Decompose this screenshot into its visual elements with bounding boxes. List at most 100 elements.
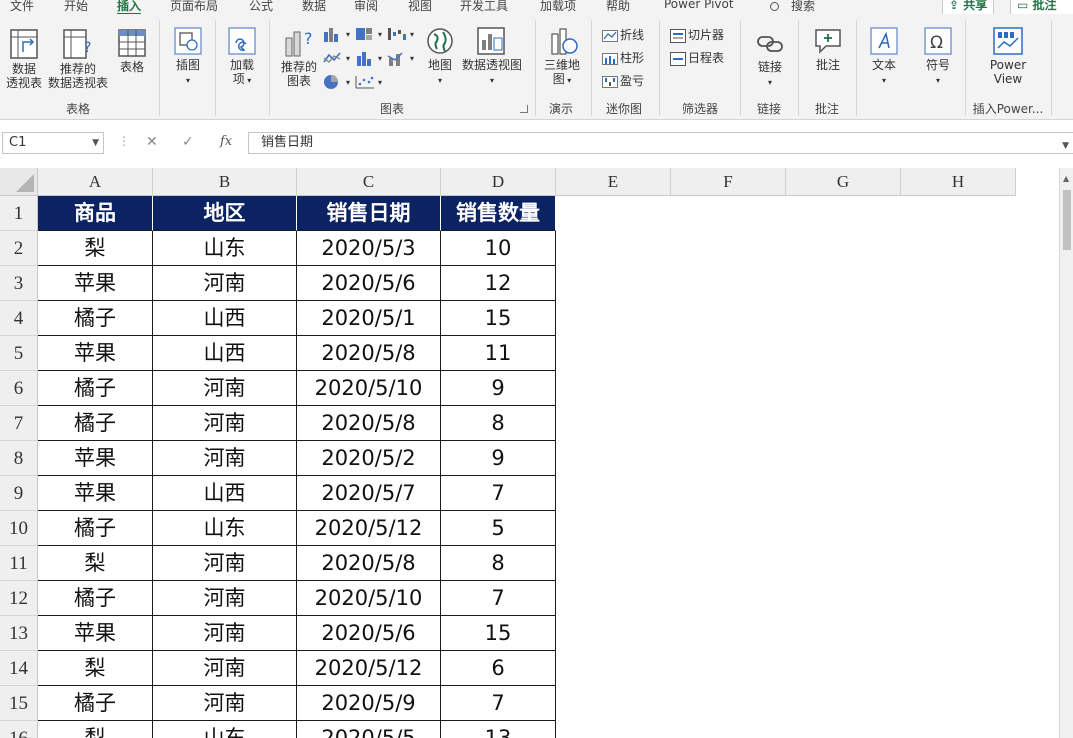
row-header-15[interactable]: 15 xyxy=(0,686,38,721)
table-cell[interactable]: 苹果 xyxy=(38,336,153,371)
table-cell[interactable]: 11 xyxy=(441,336,556,371)
table-cell[interactable]: 河南 xyxy=(153,686,297,721)
row-header-7[interactable]: 7 xyxy=(0,406,38,441)
table-cell[interactable]: 河南 xyxy=(153,651,297,686)
table-cell[interactable]: 5 xyxy=(441,511,556,546)
row-header-9[interactable]: 9 xyxy=(0,476,38,511)
row-header-8[interactable]: 8 xyxy=(0,441,38,476)
table-cell[interactable]: 河南 xyxy=(153,581,297,616)
table-cell[interactable]: 6 xyxy=(441,651,556,686)
illustrations-button[interactable]: 插图 ▾ xyxy=(170,26,206,88)
row-header-5[interactable]: 5 xyxy=(0,336,38,371)
table-cell[interactable]: 河南 xyxy=(153,546,297,581)
slicer-button[interactable]: 切片器 xyxy=(670,26,724,44)
sparkline-winloss-button[interactable]: 盈亏 xyxy=(602,72,644,90)
table-cell[interactable]: 15 xyxy=(441,616,556,651)
pivot-chart-button[interactable]: 数据透视图 ▾ xyxy=(460,26,524,88)
tab-page-layout[interactable]: 页面布局 xyxy=(170,0,218,14)
table-cell[interactable]: 2020/5/12 xyxy=(297,511,441,546)
map-chart-button[interactable]: 地图 ▾ xyxy=(420,26,460,88)
table-cell[interactable]: 15 xyxy=(441,301,556,336)
tab-developer[interactable]: 开发工具 xyxy=(460,0,508,14)
sparkline-line-button[interactable]: 折线 xyxy=(602,26,644,44)
name-box[interactable]: C1 ▼ xyxy=(2,132,104,154)
scrollbar-thumb[interactable] xyxy=(1063,190,1071,250)
table-cell[interactable]: 13 xyxy=(441,721,556,738)
table-cell[interactable]: 山西 xyxy=(153,301,297,336)
table-cell[interactable]: 2020/5/8 xyxy=(297,336,441,371)
table-cell[interactable]: 8 xyxy=(441,546,556,581)
link-button[interactable]: 链接 ▾ xyxy=(750,28,790,90)
waterfall-chart-button[interactable]: ▾ xyxy=(386,24,414,42)
row-header-16[interactable]: 16 xyxy=(0,721,38,738)
table-cell[interactable]: 橘子 xyxy=(38,371,153,406)
table-cell[interactable]: 7 xyxy=(441,686,556,721)
select-all-button[interactable] xyxy=(0,168,38,196)
vertical-scrollbar[interactable]: ▲ xyxy=(1059,168,1073,738)
column-header-a[interactable]: A xyxy=(38,168,153,196)
column-chart-button[interactable]: ▾ xyxy=(322,24,350,42)
row-header-4[interactable]: 4 xyxy=(0,301,38,336)
table-cell[interactable]: 河南 xyxy=(153,406,297,441)
table-cell[interactable]: 2020/5/12 xyxy=(297,651,441,686)
column-header-d[interactable]: D xyxy=(441,168,556,196)
table-cell[interactable]: 2020/5/6 xyxy=(297,616,441,651)
tab-addins[interactable]: 加载项 xyxy=(540,0,576,14)
table-cell[interactable]: 河南 xyxy=(153,371,297,406)
table-cell[interactable]: 山东 xyxy=(153,231,297,266)
search-box[interactable]: 搜索 xyxy=(770,0,815,14)
table-header-cell[interactable]: 商品 xyxy=(38,196,153,231)
table-cell[interactable]: 橘子 xyxy=(38,406,153,441)
hierarchy-chart-button[interactable]: ▾ xyxy=(354,24,382,42)
recommended-charts-button[interactable]: ? 推荐的 图表 xyxy=(278,26,320,88)
tab-file[interactable]: 文件 xyxy=(10,0,34,14)
table-cell[interactable]: 山西 xyxy=(153,336,297,371)
table-cell[interactable]: 2020/5/3 xyxy=(297,231,441,266)
row-header-12[interactable]: 12 xyxy=(0,581,38,616)
column-header-h[interactable]: H xyxy=(901,168,1016,196)
tab-view[interactable]: 视图 xyxy=(408,0,432,14)
formula-input[interactable]: 销售日期 ▼ xyxy=(248,132,1073,154)
stat-chart-button[interactable]: ▾ xyxy=(354,48,382,66)
tab-power-pivot[interactable]: Power Pivot xyxy=(664,0,734,11)
table-cell[interactable]: 苹果 xyxy=(38,266,153,301)
table-header-cell[interactable]: 地区 xyxy=(153,196,297,231)
table-cell[interactable]: 8 xyxy=(441,406,556,441)
table-cell[interactable]: 7 xyxy=(441,476,556,511)
table-cell[interactable]: 苹果 xyxy=(38,441,153,476)
table-cell[interactable]: 苹果 xyxy=(38,476,153,511)
column-header-e[interactable]: E xyxy=(556,168,671,196)
table-cell[interactable]: 2020/5/10 xyxy=(297,371,441,406)
table-cell[interactable]: 橘子 xyxy=(38,581,153,616)
table-cell[interactable]: 2020/5/1 xyxy=(297,301,441,336)
pie-chart-button[interactable]: ▾ xyxy=(322,72,350,90)
symbols-button[interactable]: Ω 符号 ▾ xyxy=(920,26,956,88)
table-cell[interactable]: 2020/5/8 xyxy=(297,406,441,441)
expand-formula-icon[interactable]: ▼ xyxy=(1062,136,1069,156)
table-header-cell[interactable]: 销售日期 xyxy=(297,196,441,231)
table-cell[interactable]: 10 xyxy=(441,231,556,266)
line-chart-button[interactable]: ▾ xyxy=(322,48,350,66)
table-cell[interactable]: 河南 xyxy=(153,441,297,476)
table-cell[interactable]: 2020/5/10 xyxy=(297,581,441,616)
row-header-6[interactable]: 6 xyxy=(0,371,38,406)
sparkline-column-button[interactable]: 柱形 xyxy=(602,49,644,67)
table-cell[interactable]: 橘子 xyxy=(38,511,153,546)
3d-map-button[interactable]: 三维地 图 ▾ xyxy=(542,26,582,88)
column-header-b[interactable]: B xyxy=(153,168,297,196)
table-cell[interactable]: 12 xyxy=(441,266,556,301)
table-cell[interactable]: 梨 xyxy=(38,721,153,738)
table-cell[interactable]: 2020/5/2 xyxy=(297,441,441,476)
table-cell[interactable]: 7 xyxy=(441,581,556,616)
tab-formulas[interactable]: 公式 xyxy=(249,0,273,14)
tab-insert[interactable]: 插入 xyxy=(117,0,142,14)
table-cell[interactable]: 9 xyxy=(441,441,556,476)
column-header-f[interactable]: F xyxy=(671,168,786,196)
tab-review[interactable]: 审阅 xyxy=(354,0,378,14)
table-cell[interactable]: 梨 xyxy=(38,546,153,581)
scatter-chart-button[interactable]: ▾ xyxy=(354,72,382,90)
table-cell[interactable]: 2020/5/9 xyxy=(297,686,441,721)
table-cell[interactable]: 山东 xyxy=(153,721,297,738)
cancel-icon[interactable]: ✕ xyxy=(146,134,158,150)
row-header-10[interactable]: 10 xyxy=(0,511,38,546)
